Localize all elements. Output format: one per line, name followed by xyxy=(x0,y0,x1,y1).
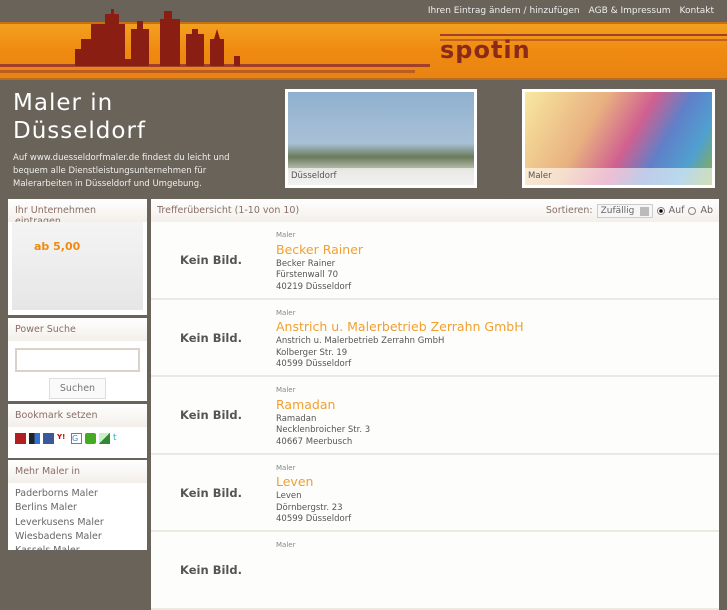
result-row: Kein Bild. Maler xyxy=(151,532,719,610)
address-line: Leven xyxy=(276,491,302,501)
no-image-placeholder: Kein Bild. xyxy=(180,408,242,422)
spotin-logo[interactable]: ꜱpotin xyxy=(440,36,531,64)
sort-select[interactable]: Zufällig xyxy=(596,203,653,218)
photo-caption: Maler xyxy=(525,168,712,185)
facebook-icon[interactable] xyxy=(43,433,54,444)
no-image-placeholder: Kein Bild. xyxy=(180,253,242,267)
photo-caption: Düsseldorf xyxy=(288,168,474,185)
results-summary: Trefferübersicht (1-10 von 10) xyxy=(157,205,300,216)
sort-desc-label[interactable]: Ab xyxy=(700,205,713,216)
company-name-link[interactable]: Becker Rainer xyxy=(276,242,363,258)
sort-asc-label[interactable]: Auf xyxy=(669,205,685,216)
city-link[interactable]: Kassels Maler xyxy=(8,544,147,558)
address-line: Kolberger Str. 19 xyxy=(276,347,348,358)
box-title: Power Suche xyxy=(8,318,147,341)
address-line: 40599 Düsseldorf xyxy=(276,359,352,369)
header-banner: ꜱpotin xyxy=(0,9,727,80)
photo-maler: Maler xyxy=(522,89,715,188)
page-title: Maler in Düsseldorf xyxy=(13,89,146,145)
title-line: Düsseldorf xyxy=(13,118,147,144)
address-line: Becker Rainer xyxy=(276,258,336,269)
photo-duesseldorf: Düsseldorf xyxy=(285,89,477,188)
box-title: Mehr Maler in xyxy=(8,460,147,483)
address-line: 40219 Düsseldorf xyxy=(276,281,352,292)
result-row: Kein Bild. Maler Becker Rainer Becker Ra… xyxy=(151,222,719,300)
sort-desc-radio[interactable] xyxy=(688,206,697,215)
linkarena-icon[interactable] xyxy=(85,433,96,444)
address-line: Necklenbroicher Str. 3 xyxy=(276,425,371,435)
register-box: Ihr Unternehmen eintragen ab 5,00 xyxy=(8,199,147,315)
yahoo-icon[interactable]: Y! xyxy=(57,433,68,444)
top-navigation: Ihren Eintrag ändern / hinzufügen AGB & … xyxy=(428,0,727,22)
result-row: Kein Bild. Maler Ramadan Ramadan Necklen… xyxy=(151,377,719,455)
address-line: 40599 Düsseldorf xyxy=(276,514,352,524)
more-painters-box: Mehr Maler in Paderborns Maler Berlins M… xyxy=(8,460,147,556)
bookmark-icons: Y! G t xyxy=(8,427,147,450)
dropdown-icon xyxy=(639,206,649,216)
ad-price: ab 5,00 xyxy=(34,240,81,253)
no-image-placeholder: Kein Bild. xyxy=(180,485,242,500)
city-link[interactable]: Paderborns Maler xyxy=(8,487,147,501)
edit-entry-link[interactable]: Ihren Eintrag ändern / hinzufügen xyxy=(428,6,580,16)
address-line: Anstrich u. Malerbetrieb Zerrahn GmbH xyxy=(276,336,445,346)
address-line: Fürstenwall 70 xyxy=(276,270,339,280)
category: Maler xyxy=(276,463,296,472)
category: Maler xyxy=(276,541,296,549)
contact-link[interactable]: Kontakt xyxy=(680,6,714,16)
box-title: Bookmark setzen xyxy=(8,404,147,427)
sort-controls: Sortieren: Zufällig Auf Ab xyxy=(545,203,713,218)
city-link[interactable]: Berlins Maler xyxy=(8,501,147,515)
company-name-link[interactable]: Ramadan xyxy=(276,397,370,413)
bookmark-box: Bookmark setzen Y! G t xyxy=(8,404,147,458)
city-link[interactable]: Leverkusens Maler xyxy=(8,516,147,530)
results-panel: Trefferübersicht (1-10 von 10) Sortieren… xyxy=(151,199,719,610)
city-link[interactable]: Wiesbadens Maler xyxy=(8,530,147,544)
address-line: Ramadan xyxy=(276,413,317,424)
search-button[interactable]: Suchen xyxy=(49,378,106,399)
sort-asc-radio[interactable] xyxy=(656,206,665,215)
oneview-icon[interactable] xyxy=(99,433,110,444)
no-image-placeholder: Kein Bild. xyxy=(180,330,242,345)
title-line: Maler in xyxy=(13,90,114,116)
register-ad-image[interactable]: ab 5,00 xyxy=(12,222,143,310)
no-image-placeholder: Kein Bild. xyxy=(180,563,242,577)
site-description: Auf www.duesseldorfmaler.de findest du l… xyxy=(13,153,230,189)
category: Maler xyxy=(276,386,296,394)
address-line: Dörnbergstr. 23 xyxy=(276,502,343,513)
skyline-icon xyxy=(75,9,240,66)
result-row: Kein Bild. Maler Anstrich u. Malerbetrie… xyxy=(151,299,719,377)
imprint-link[interactable]: AGB & Impressum xyxy=(589,6,671,16)
category: Maler xyxy=(276,308,296,317)
category: Maler xyxy=(276,231,296,239)
mister-wong-icon[interactable] xyxy=(15,433,26,444)
twitter-icon[interactable]: t xyxy=(113,433,124,444)
power-search-box: Power Suche Suchen xyxy=(8,318,147,401)
company-name-link[interactable]: Anstrich u. Malerbetrieb Zerrahn GmbH xyxy=(276,319,524,335)
search-input[interactable] xyxy=(15,348,140,372)
company-name-link[interactable]: Leven xyxy=(276,474,351,490)
delicious-icon[interactable] xyxy=(29,433,40,444)
box-title: Ihr Unternehmen eintragen xyxy=(8,199,147,227)
google-icon[interactable]: G xyxy=(71,433,82,444)
result-row: Kein Bild. Maler Leven Leven Dörnbergstr… xyxy=(151,454,719,532)
sort-label: Sortieren: xyxy=(545,205,593,216)
address-line: 40667 Meerbusch xyxy=(276,436,353,447)
sort-value: Zufällig xyxy=(600,205,635,216)
